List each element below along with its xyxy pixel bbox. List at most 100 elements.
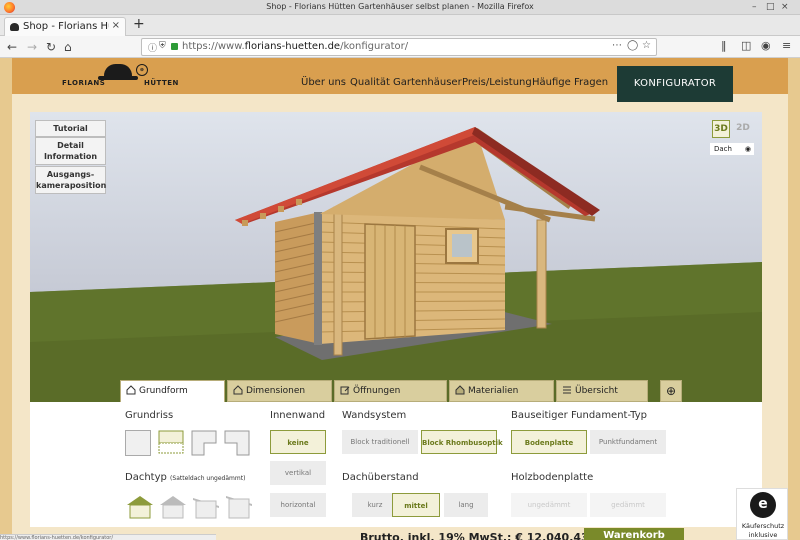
account-icon[interactable]: ◉ [761,39,771,52]
menu-item-gartenhaeuser[interactable]: Gartenhäuser [393,77,462,88]
floorplan-l-shape-icon [191,430,217,456]
tab-uebersicht[interactable]: Übersicht [556,380,648,402]
configurator-tabs: Grundform Dimensionen Öffnungen Material… [120,380,720,403]
dachueberstand-mittel-option[interactable]: mittel [392,493,440,517]
floorplan-l-shape-mirrored-icon [224,430,250,456]
fundament-bodenplatte-option[interactable]: Bodenplatte [511,430,587,454]
bookmark-star-icon[interactable]: ☆ [642,40,651,51]
page-actions-icon[interactable]: ⋯ [612,40,622,51]
minimize-icon[interactable]: – [752,2,757,12]
dachueberstand-label: Dachüberstand [342,472,419,483]
browser-tab[interactable]: Shop - Florians Hütten × [4,17,126,36]
3d-viewport[interactable]: Tutorial Detail Information Ausgangs-kam… [30,112,762,402]
site-info-icon[interactable]: ⓘ [148,41,157,54]
zoom-button[interactable]: ⊕ [660,380,682,402]
wandsystem-traditionell-option[interactable]: Block traditionell [342,430,418,454]
menu-item-qualitaet[interactable]: Qualität [350,77,390,88]
tracking-shield-icon[interactable]: ⛨ [159,41,166,51]
fundament-label: Bauseitiger Fundament-Typ [511,410,647,421]
grundriss-l-left-option[interactable] [191,430,217,456]
sidebar-icon[interactable]: ◫ [741,39,751,52]
roof-toggle-label: Dach [714,145,732,153]
url-text[interactable]: https://www.florians-huetten.de/konfigur… [182,41,408,52]
tutorial-button[interactable]: Tutorial [35,120,106,137]
holzboden-ungedaemmt-option[interactable]: ungedämmt [511,493,587,517]
back-arrow-icon[interactable]: ← [7,39,17,55]
dimensions-icon [233,385,243,395]
view-2d-toggle[interactable]: 2D [734,120,752,138]
tab-oeffnungen[interactable]: Öffnungen [334,380,447,402]
tab-dimensionen[interactable]: Dimensionen [227,380,332,402]
pocket-icon[interactable]: ◯ [627,40,638,51]
site-favicon-icon [10,23,19,31]
window-edit-icon [340,386,350,395]
trusted-shops-badge[interactable]: e Käuferschutz inklusive [736,488,788,540]
close-tab-icon[interactable]: × [112,20,120,31]
roof-pent-icon[interactable] [224,493,254,519]
tab-title: Shop - Florians Hütten [23,21,109,32]
menu-item-preis-leistung[interactable]: Preis/Leistung [462,77,532,88]
grundriss-label: Grundriss [125,410,174,421]
innenwand-vertikal-option[interactable]: vertikal [270,461,326,485]
garden-house-render [30,127,762,402]
reload-icon[interactable]: ↻ [46,39,56,55]
view-3d-toggle[interactable]: 3D [712,120,730,138]
status-link-tooltip: https://www.florians-huetten.de/konfigur… [0,534,216,540]
url-bar[interactable]: ⓘ ⛨ https://www.florians-huetten.de/konf… [141,38,657,56]
ausgangs-kameraposition-button[interactable]: Ausgangs-kameraposition [35,166,106,194]
zoom-in-icon: ⊕ [665,384,677,398]
konfigurator-button[interactable]: KONFIGURATOR [617,66,733,102]
lock-icon [171,43,178,50]
roof-hip-icon[interactable] [158,493,188,519]
eye-icon: ◉ [744,145,751,153]
roof-visibility-toggle[interactable]: Dach ◉ [710,143,754,155]
fundament-punktfundament-option[interactable]: Punktfundament [590,430,666,454]
detail-information-button[interactable]: Detail Information [35,137,106,165]
logo-text-right: HÜTTEN [144,79,179,87]
house-outline-icon [126,385,136,395]
innenwand-keine-option[interactable]: keine [270,430,326,454]
grundform-options: Grundriss Dachtyp (Satteldach ungedämmt)… [30,402,762,527]
trusted-shops-seal-icon: e [750,492,776,518]
menu-hamburger-icon[interactable]: ≡ [782,39,791,52]
forward-arrow-icon[interactable]: → [27,39,37,55]
innenwand-horizontal-option[interactable]: horizontal [270,493,326,517]
list-icon [563,386,571,394]
grundriss-l-right-option[interactable] [224,430,250,456]
grundriss-canopy-option[interactable] [158,430,184,456]
dachueberstand-lang-option[interactable]: lang [444,493,488,517]
warenkorb-button[interactable]: Warenkorb [584,528,684,540]
wandsystem-rhombus-option[interactable]: Block Rhombusoptik [421,430,503,454]
site-header: ⊛ FLORIANS HÜTTEN Über uns Qualität Gart… [12,58,788,102]
floorplan-canopy-icon [158,430,184,454]
home-icon[interactable]: ⌂ [64,39,72,55]
logo-text-left: FLORIANS [62,79,106,87]
configurator-panel: Tutorial Detail Information Ausgangs-kam… [30,112,762,527]
innenwand-label: Innenwand [270,410,326,421]
tab-grundform[interactable]: Grundform [120,380,225,403]
roof-shed-icon[interactable] [191,493,221,519]
site-logo[interactable]: ⊛ FLORIANS HÜTTEN [62,62,178,90]
menu-item-ueber-uns[interactable]: Über uns [301,77,346,88]
window-title-bar: Shop - Florians Hütten Gartenhäuser selb… [0,0,800,15]
library-icon[interactable]: ‖ [721,39,727,52]
website: ⊛ FLORIANS HÜTTEN Über uns Qualität Gart… [0,58,800,540]
wandsystem-label: Wandsystem [342,410,407,421]
new-tab-button[interactable]: + [133,16,145,32]
menu-item-faq[interactable]: Häufige Fragen [532,77,608,88]
grundriss-rectangle-option[interactable] [125,430,151,456]
navigation-bar: ← → ↻ ⌂ ⓘ ⛨ https://www.florians-huetten… [0,36,800,58]
holzbodenplatte-label: Holzbodenplatte [511,472,594,483]
close-window-icon[interactable]: × [781,2,789,12]
total-price: Brutto, inkl. 19% MwSt.: € 12.040,43 [360,531,589,540]
logo-badge: ⊛ [136,64,148,76]
roof-gable-icon[interactable] [125,493,155,519]
maximize-icon[interactable]: □ [766,2,775,12]
trust-line-1: Käuferschutz [741,522,785,530]
holzboden-gedaemmt-option[interactable]: gedämmt [590,493,666,517]
dachtyp-label: Dachtyp (Satteldach ungedämmt) [125,472,246,483]
window-title: Shop - Florians Hütten Gartenhäuser selb… [266,2,534,11]
trust-line-2: inklusive [748,531,778,539]
materials-icon [455,385,465,395]
tab-materialien[interactable]: Materialien [449,380,554,402]
